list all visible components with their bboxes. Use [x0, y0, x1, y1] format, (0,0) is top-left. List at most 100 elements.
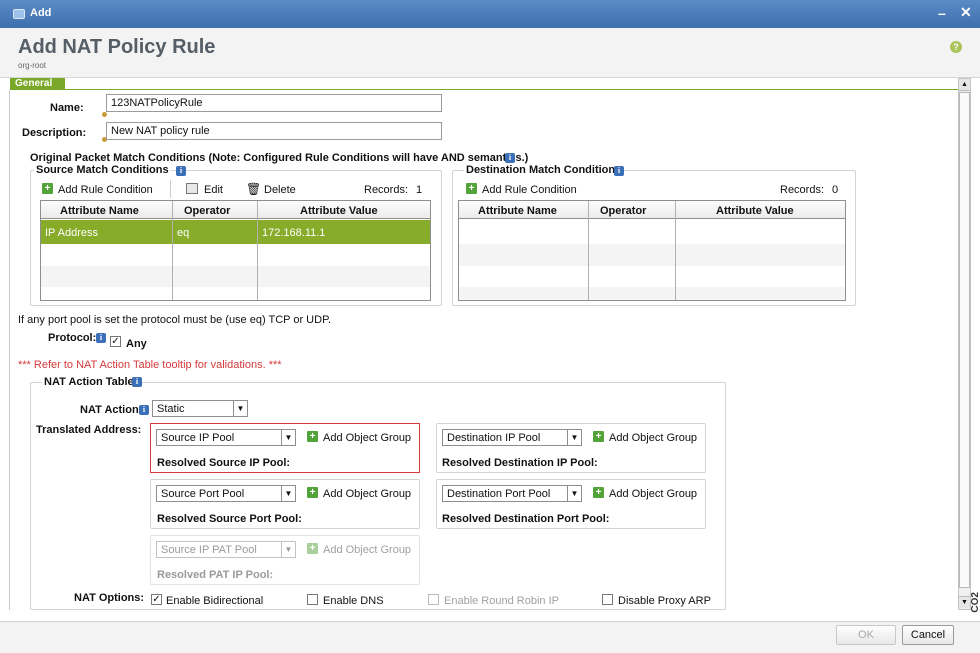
nat-action-table-title: NAT Action Table	[42, 376, 136, 388]
cell-operator: eq	[177, 227, 190, 239]
edit-button[interactable]: Edit	[204, 184, 223, 196]
add-object-group-button[interactable]: Add Object Group	[323, 488, 411, 500]
add-rule-condition-button[interactable]: Add Rule Condition	[58, 184, 153, 196]
info-icon[interactable]: i	[176, 166, 186, 176]
records-count: 1	[416, 184, 423, 196]
source-ip-pat-pool-value: Source IP PAT Pool	[161, 544, 257, 556]
chevron-down-icon: ▼	[567, 430, 581, 445]
disable-proxy-arp-checkbox[interactable]	[602, 594, 613, 605]
scroll-thumb[interactable]	[959, 92, 970, 588]
window-titlebar: Add – ✕	[0, 0, 980, 28]
enable-bidirectional-label: Enable Bidirectional	[166, 595, 264, 607]
enable-bidirectional-checkbox[interactable]: ✓	[151, 594, 162, 605]
destination-port-pool-select[interactable]: Destination Port Pool ▼	[442, 485, 582, 502]
enable-dns-label: Enable DNS	[323, 595, 384, 607]
table-row	[459, 287, 845, 300]
column-header[interactable]: Attribute Name	[478, 205, 557, 217]
destination-ip-pool-value: Destination IP Pool	[447, 432, 541, 444]
info-icon[interactable]: i	[614, 166, 624, 176]
add-rule-condition-button[interactable]: Add Rule Condition	[482, 184, 577, 196]
window-icon	[13, 9, 25, 19]
column-header[interactable]: Attribute Name	[60, 205, 139, 217]
column-divider	[172, 201, 173, 300]
name-label: Name:	[50, 102, 84, 114]
protocol-any-checkbox[interactable]: ✓	[110, 336, 121, 347]
resolved-source-port-label: Resolved Source Port Pool:	[157, 513, 302, 525]
ok-button[interactable]: OK	[836, 625, 896, 645]
enable-round-robin-label: Enable Round Robin IP	[444, 595, 559, 607]
records-label: Records:	[364, 184, 409, 196]
column-header[interactable]: Attribute Value	[300, 205, 378, 217]
page-title: Add NAT Policy Rule	[18, 36, 216, 58]
resolved-pat-ip-label: Resolved PAT IP Pool:	[157, 569, 274, 581]
chevron-down-icon: ▼	[281, 486, 295, 501]
conditions-heading: Original Packet Match Conditions (Note: …	[30, 152, 529, 164]
source-ip-pat-pool-select[interactable]: Source IP PAT Pool ▼	[156, 541, 296, 558]
minimize-icon[interactable]: –	[938, 5, 946, 21]
nat-action-label: NAT Action:	[80, 404, 143, 416]
trash-icon[interactable]: 🗑	[246, 182, 261, 196]
nat-action-select[interactable]: Static ▼	[152, 400, 248, 417]
add-object-group-button[interactable]: Add Object Group	[609, 488, 697, 500]
cancel-button[interactable]: Cancel	[902, 625, 954, 645]
add-icon[interactable]: +	[307, 543, 318, 554]
chevron-down-icon: ▼	[233, 401, 247, 416]
source-ip-pool-select[interactable]: Source IP Pool ▼	[156, 429, 296, 446]
disable-proxy-arp-label: Disable Proxy ARP	[618, 595, 711, 607]
description-label: Description:	[22, 127, 87, 139]
add-object-group-button[interactable]: Add Object Group	[323, 432, 411, 444]
add-icon[interactable]: +	[466, 183, 477, 194]
nat-options-label: NAT Options:	[74, 592, 145, 604]
description-field[interactable]: New NAT policy rule	[106, 122, 442, 140]
destination-ip-pool-select[interactable]: Destination IP Pool ▼	[442, 429, 582, 446]
cell-attribute-name: IP Address	[45, 227, 98, 239]
cell-attribute-value: 172.168.11.1	[262, 227, 326, 239]
help-icon[interactable]: ?	[950, 41, 962, 53]
add-icon[interactable]: +	[42, 183, 53, 194]
source-port-pool-select[interactable]: Source Port Pool ▼	[156, 485, 296, 502]
protocol-label: Protocol:	[48, 332, 97, 344]
info-icon[interactable]: i	[505, 153, 515, 163]
source-port-pool-value: Source Port Pool	[161, 488, 245, 500]
column-divider	[675, 201, 676, 300]
chevron-down-icon: ▼	[567, 486, 581, 501]
table-row[interactable]	[41, 220, 430, 244]
port-pool-note: If any port pool is set the protocol mus…	[18, 314, 332, 326]
delete-button[interactable]: Delete	[264, 184, 296, 196]
column-header[interactable]: Operator	[600, 205, 646, 217]
info-icon[interactable]: i	[96, 333, 106, 343]
info-icon[interactable]: i	[139, 405, 149, 415]
side-label: CO2	[970, 592, 980, 613]
scroll-down-icon[interactable]: ▼	[959, 596, 970, 608]
scroll-up-icon[interactable]: ▲	[959, 79, 970, 91]
add-object-group-button[interactable]: Add Object Group	[323, 544, 411, 556]
source-match-title: Source Match Conditions	[34, 164, 171, 176]
window-title: Add	[30, 7, 52, 19]
edit-icon[interactable]	[186, 183, 198, 194]
destination-port-pool-value: Destination Port Pool	[447, 488, 551, 500]
add-icon[interactable]: +	[593, 487, 604, 498]
column-header[interactable]: Attribute Value	[716, 205, 794, 217]
resolved-destination-port-label: Resolved Destination Port Pool:	[442, 513, 610, 525]
org-label: org-root	[18, 61, 47, 70]
enable-round-robin-checkbox[interactable]	[428, 594, 439, 605]
add-object-group-button[interactable]: Add Object Group	[609, 432, 697, 444]
nat-action-value: Static	[157, 403, 185, 415]
close-icon[interactable]: ✕	[960, 4, 972, 21]
add-icon[interactable]: +	[593, 431, 604, 442]
translated-address-label: Translated Address:	[36, 424, 142, 436]
chevron-down-icon: ▼	[281, 430, 295, 445]
resolved-destination-ip-label: Resolved Destination IP Pool:	[442, 457, 598, 469]
column-header[interactable]: Operator	[184, 205, 230, 217]
column-divider	[588, 201, 589, 300]
resolved-source-ip-label: Resolved Source IP Pool:	[157, 457, 291, 469]
toolbar-divider	[170, 180, 171, 198]
name-field[interactable]: 123NATPolicyRule	[106, 94, 442, 112]
protocol-any-label: Any	[126, 338, 147, 350]
add-icon[interactable]: +	[307, 487, 318, 498]
add-icon[interactable]: +	[307, 431, 318, 442]
enable-dns-checkbox[interactable]	[307, 594, 318, 605]
nat-validation-note: *** Refer to NAT Action Table tooltip fo…	[18, 359, 282, 371]
table-row	[459, 244, 845, 266]
info-icon[interactable]: i	[132, 377, 142, 387]
